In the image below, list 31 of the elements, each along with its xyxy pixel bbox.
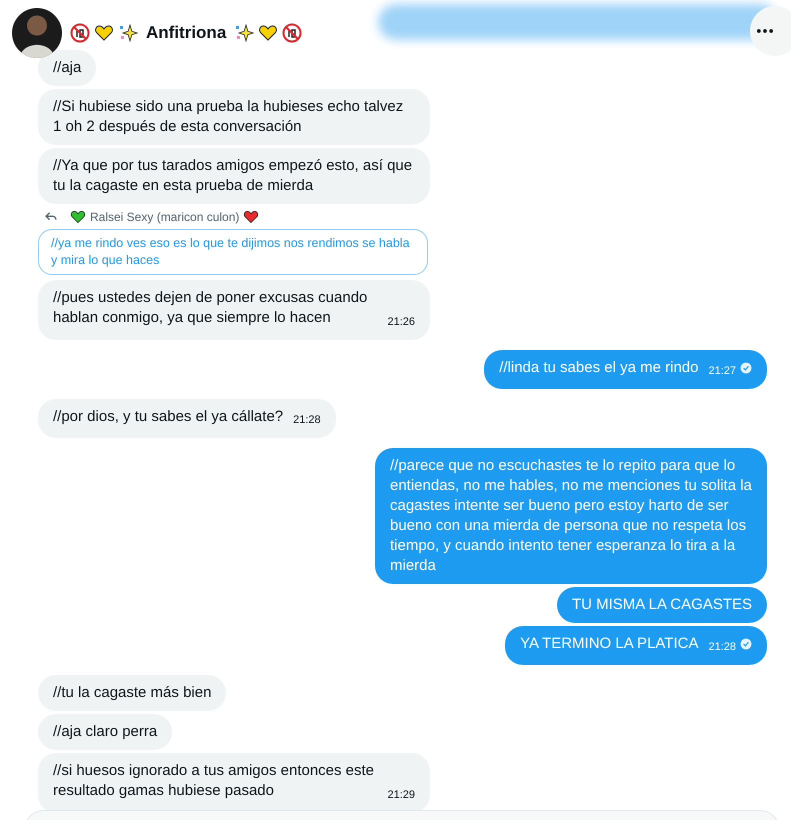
heart-icon xyxy=(258,22,278,43)
message-bubble: //por dios, y tu sabes el ya cállate? $_{21:28}$ xyxy=(38,399,336,438)
message-time: 21:28 xyxy=(708,641,736,653)
no-under-18-icon xyxy=(70,22,90,43)
message-bubble: //Si hubiese sido una prueba la hubieses echo talvez 1 oh 2 después de esta conversación xyxy=(38,89,430,145)
message-time: 21:27 xyxy=(708,365,736,377)
message-time: 21:29 xyxy=(387,788,415,803)
more-icon xyxy=(757,28,773,33)
message-bubble: TU MISMA LA CAGASTES xyxy=(556,587,767,623)
message-time: 21:28 xyxy=(293,414,321,426)
message-bubble: //aja xyxy=(38,50,96,86)
message-bubble: //Ya que por tus tarados amigos empezó esto, así que tu la cagaste en esta prueba de mierda xyxy=(38,148,430,204)
message-bubble: //linda tu sabes el ya me rindo $_{21:27}$ xyxy=(484,350,767,389)
heart-icon xyxy=(94,22,114,43)
heart-icon xyxy=(70,209,86,225)
no-under-18-icon xyxy=(282,22,302,43)
message-bubble: //si huesos ignorado a tus amigos entonces este resultado gamas hubiese pasado 21:29 xyxy=(38,753,430,813)
sparkle-icon xyxy=(118,22,138,43)
reply-author: Ralsei Sexy (maricon culon) xyxy=(90,209,240,226)
message-time: 21:26 xyxy=(387,315,415,330)
message-bubble: //pues ustedes dejen de poner excusas cuando hablan conmigo, ya que siempre lo hacen 21:26 xyxy=(38,280,430,340)
message-bubble: //tu la cagaste más bien xyxy=(38,675,226,711)
avatar[interactable] xyxy=(12,8,62,58)
contact-name: Anfitriona xyxy=(146,22,226,44)
sparkle-icon xyxy=(234,22,254,43)
message-bubble: YA TERMINO LA PLATICA $_{21:28}$ xyxy=(505,626,767,665)
heart-icon xyxy=(243,209,260,225)
more-button[interactable] xyxy=(750,6,791,56)
message-bubble: //parece que no escuchastes te lo repito para que lo entiendas, no me hables, no me menciones tu solita la cagastes intente ser bueno pero estoy harto de ser bueno con una mierda de persona que no respeta los tiempo, y cuando intento tener esperanza lo tira a la mierda xyxy=(375,448,767,584)
message-bubble: //aja claro perra xyxy=(38,714,172,750)
quoted-message: //ya me rindo ves eso es lo que te dijimos nos rendimos se habla y mira lo que haces xyxy=(38,229,428,275)
